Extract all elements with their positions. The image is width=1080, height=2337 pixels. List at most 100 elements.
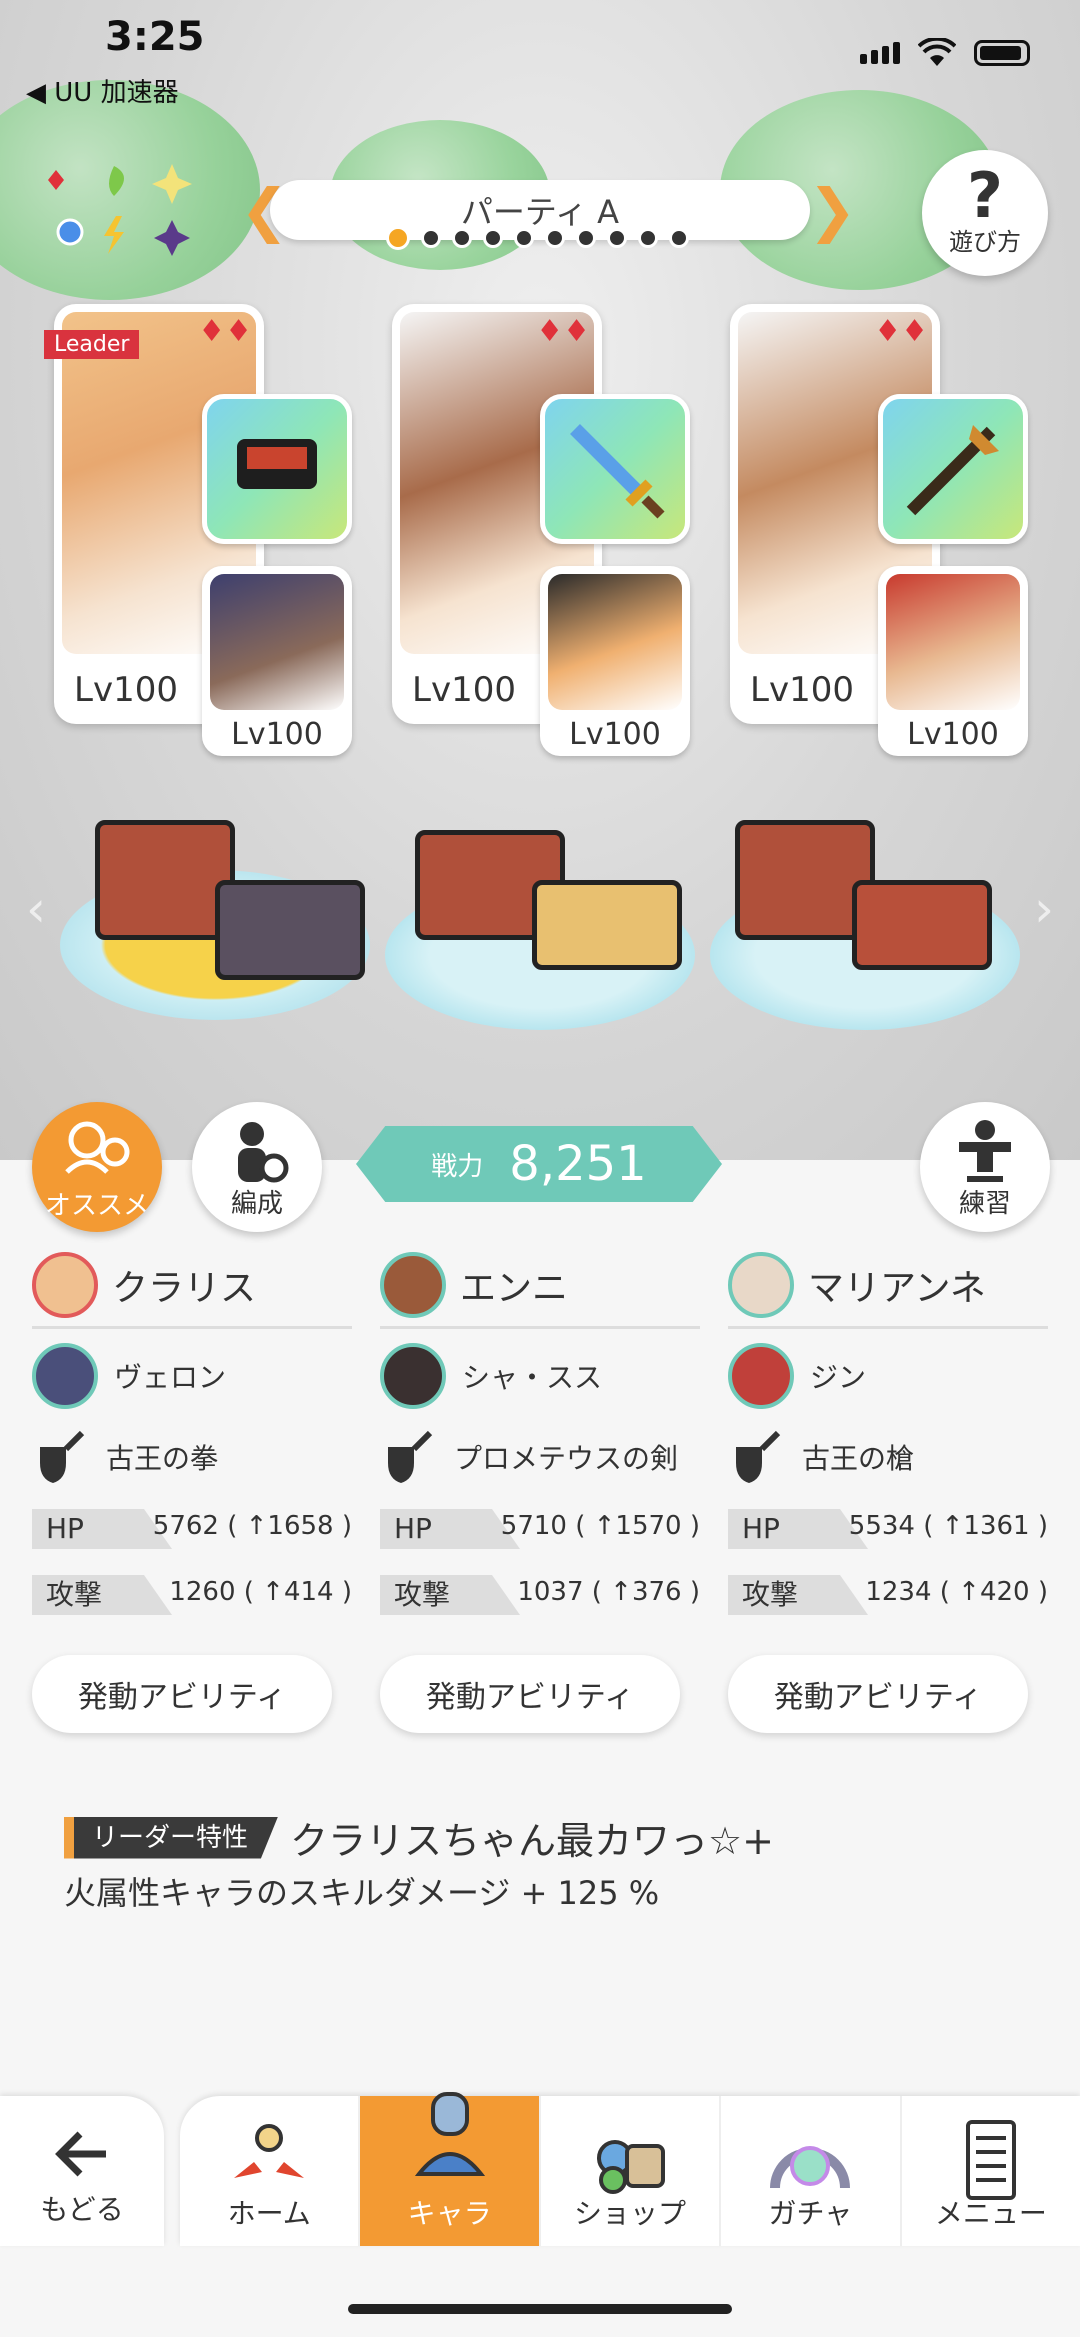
tab-label: ショップ [574, 2197, 687, 2230]
power-value: 8,251 [509, 1136, 647, 1192]
party-scene: 3:25 ◀ UU 加速器 ❮ パーティ A ❯ ? 遊び方 ♦♦ Lv100 … [0, 0, 1080, 1160]
character-level: Lv100 [569, 717, 661, 752]
recommend-button[interactable]: オススメ [32, 1102, 162, 1232]
page-dot[interactable] [576, 228, 596, 248]
page-dot[interactable] [638, 228, 658, 248]
help-button[interactable]: ? 遊び方 [922, 150, 1048, 276]
attack-label: 攻撃 [32, 1575, 172, 1615]
tab-label: ガチャ [768, 2197, 853, 2230]
page-dot[interactable] [607, 228, 627, 248]
shop-bag-icon [597, 2140, 666, 2194]
wifi-icon [918, 38, 956, 68]
attack-label: 攻撃 [380, 1575, 520, 1615]
page-dot[interactable] [669, 228, 689, 248]
attack-label: 攻撃 [728, 1575, 868, 1615]
tab-gacha[interactable]: ガチャ [719, 2096, 899, 2246]
party-power-banner: 戦力 8,251 [356, 1126, 722, 1202]
page-dot[interactable] [483, 228, 503, 248]
ability-button[interactable]: 発動アビリティ [728, 1655, 1028, 1733]
home-icon [234, 2124, 305, 2178]
status-time: 3:25 [105, 14, 205, 60]
hp-value: 5762 ( ↑1658 ) [152, 1511, 352, 1541]
sub-character-card[interactable]: Lv100 [878, 566, 1028, 756]
weapon-name: 古王の槍 [802, 1442, 915, 1475]
battery-icon [974, 40, 1030, 66]
status-bar: 3:25 ◀ UU 加速器 [0, 0, 1080, 110]
scroll-right-icon[interactable]: › [1034, 880, 1054, 938]
pixel-pedestal [95, 820, 235, 940]
tab-home[interactable]: ホーム [180, 2096, 358, 2246]
character-portrait [548, 574, 682, 710]
back-button[interactable]: もどる [0, 2096, 164, 2246]
back-label: もどる [40, 2193, 124, 2226]
tab-label: キャラ [407, 2197, 492, 2230]
page-dot[interactable] [545, 228, 565, 248]
formation-gear-icon [238, 1122, 289, 1183]
character-avatar[interactable] [32, 1252, 98, 1318]
hp-label: HP [380, 1509, 520, 1549]
sub-character-card[interactable]: Lv100 [540, 566, 690, 756]
pixel-pedestal [215, 880, 365, 980]
sub-character-name: シャ・スス [462, 1361, 603, 1394]
character-avatar[interactable] [728, 1343, 794, 1409]
hp-label: HP [728, 1509, 868, 1549]
leader-trait-name: クラリスちゃん最カワっ☆+ [290, 1819, 774, 1863]
fire-suit-icon: ♦♦ [198, 314, 252, 349]
main-character-name: マリアンネ [808, 1268, 986, 1309]
gauntlet-weapon-icon[interactable] [202, 394, 352, 544]
scroll-left-icon[interactable]: ‹ [26, 880, 46, 938]
tab-chara[interactable]: キャラ [358, 2092, 539, 2246]
pixel-pedestal [532, 880, 682, 970]
tab-label: メニュー [934, 2197, 1047, 2230]
character-level: Lv100 [907, 717, 999, 752]
home-indicator[interactable] [348, 2304, 732, 2314]
leader-badge: Leader [44, 330, 140, 359]
recommend-label: オススメ [44, 1191, 149, 1221]
character-stats-column: マリアンネ ジン 古王の槍 HP 5534 ( ↑1361 ) 攻撃 1234 ( … [728, 1250, 1048, 1733]
element-affinity-icon[interactable] [44, 160, 194, 260]
weapon-shield-icon [736, 1430, 781, 1483]
ability-button[interactable]: 発動アビリティ [380, 1655, 680, 1733]
page-dot-active[interactable] [386, 226, 410, 250]
signal-icon [860, 42, 900, 64]
leader-trait-tag: リーダー特性 [64, 1816, 279, 1859]
training-dummy-icon [959, 1120, 1011, 1182]
hp-label: HP [32, 1509, 172, 1549]
character-avatar[interactable] [32, 1343, 98, 1409]
character-avatar[interactable] [380, 1252, 446, 1318]
practice-button[interactable]: 練習 [920, 1102, 1050, 1232]
tab-shop[interactable]: ショップ [538, 2096, 719, 2246]
bottom-navigation: もどる ホーム キャラ ショップ ガチャ メニュー [0, 2090, 1080, 2250]
tab-menu[interactable]: メニュー [899, 2096, 1080, 2246]
fire-suit-icon: ♦♦ [536, 314, 590, 349]
party-page-dots[interactable] [386, 226, 689, 250]
sub-character-name: ジン [810, 1361, 867, 1394]
weapon-shield-icon [388, 1430, 433, 1483]
attack-value: 1037 ( ↑376 ) [517, 1577, 700, 1607]
power-label: 戦力 [431, 1151, 484, 1182]
formation-label: 編成 [230, 1189, 283, 1219]
main-character-name: エンニ [460, 1268, 569, 1309]
pixel-pedestal [852, 880, 992, 970]
character-avatar[interactable] [728, 1252, 794, 1318]
spear-weapon-icon[interactable] [878, 394, 1028, 544]
page-dot[interactable] [452, 228, 472, 248]
next-party-arrow[interactable]: ❯ [808, 178, 857, 242]
hp-value: 5534 ( ↑1361 ) [848, 1511, 1048, 1541]
help-label: 遊び方 [949, 228, 1021, 256]
character-portrait [886, 574, 1020, 710]
page-dot[interactable] [421, 228, 441, 248]
character-stats-column: エンニ シャ・スス プロメテウスの剣 HP 5710 ( ↑1570 ) 攻撃 10… [380, 1250, 700, 1733]
back-to-app-link[interactable]: ◀ UU 加速器 [26, 72, 179, 109]
formation-button[interactable]: 編成 [192, 1102, 322, 1232]
page-dot[interactable] [514, 228, 534, 248]
sub-character-card[interactable]: Lv100 [202, 566, 352, 756]
character-icon [414, 2092, 485, 2176]
party-selector: ❮ パーティ A ❯ [240, 178, 857, 250]
character-avatar[interactable] [380, 1343, 446, 1409]
gacha-orb-icon [770, 2146, 851, 2189]
recommend-icon [65, 1121, 130, 1174]
ability-button[interactable]: 発動アビリティ [32, 1655, 332, 1733]
tab-label: ホーム [227, 2197, 311, 2230]
sword-weapon-icon[interactable] [540, 394, 690, 544]
